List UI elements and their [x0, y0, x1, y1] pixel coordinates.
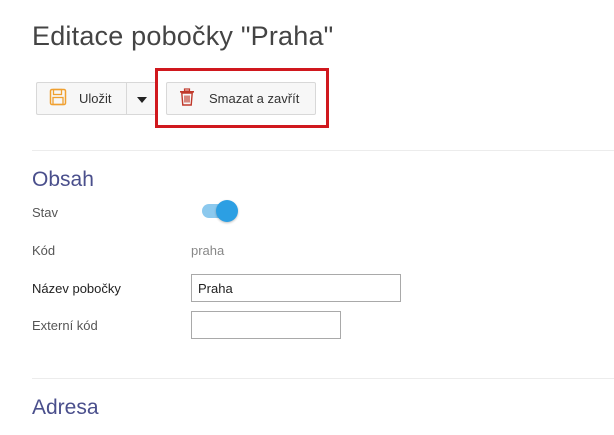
floppy-disk-icon [49, 88, 67, 109]
external-code-input[interactable] [191, 311, 341, 339]
save-button[interactable]: Uložit [36, 82, 126, 115]
section-title-content: Obsah [32, 168, 94, 191]
status-toggle[interactable] [200, 200, 238, 222]
code-value: praha [191, 243, 225, 258]
branch-name-input[interactable] [191, 274, 401, 302]
highlight-annotation-box [155, 68, 329, 128]
page-title: Editace pobočky "Praha" [32, 21, 334, 51]
status-label: Stav [32, 205, 59, 220]
section-title-address: Adresa [32, 396, 99, 419]
save-options-dropdown-button[interactable] [126, 82, 158, 115]
page: Editace pobočky "Praha" Uložit Smazat a … [0, 0, 614, 435]
code-label: Kód [32, 243, 56, 258]
divider [32, 378, 614, 379]
divider [32, 150, 614, 151]
caret-down-icon [137, 91, 147, 106]
toggle-knob [216, 200, 238, 222]
branch-name-label: Název pobočky [32, 281, 121, 296]
external-code-label: Externí kód [32, 318, 98, 333]
save-button-label: Uložit [79, 91, 112, 106]
